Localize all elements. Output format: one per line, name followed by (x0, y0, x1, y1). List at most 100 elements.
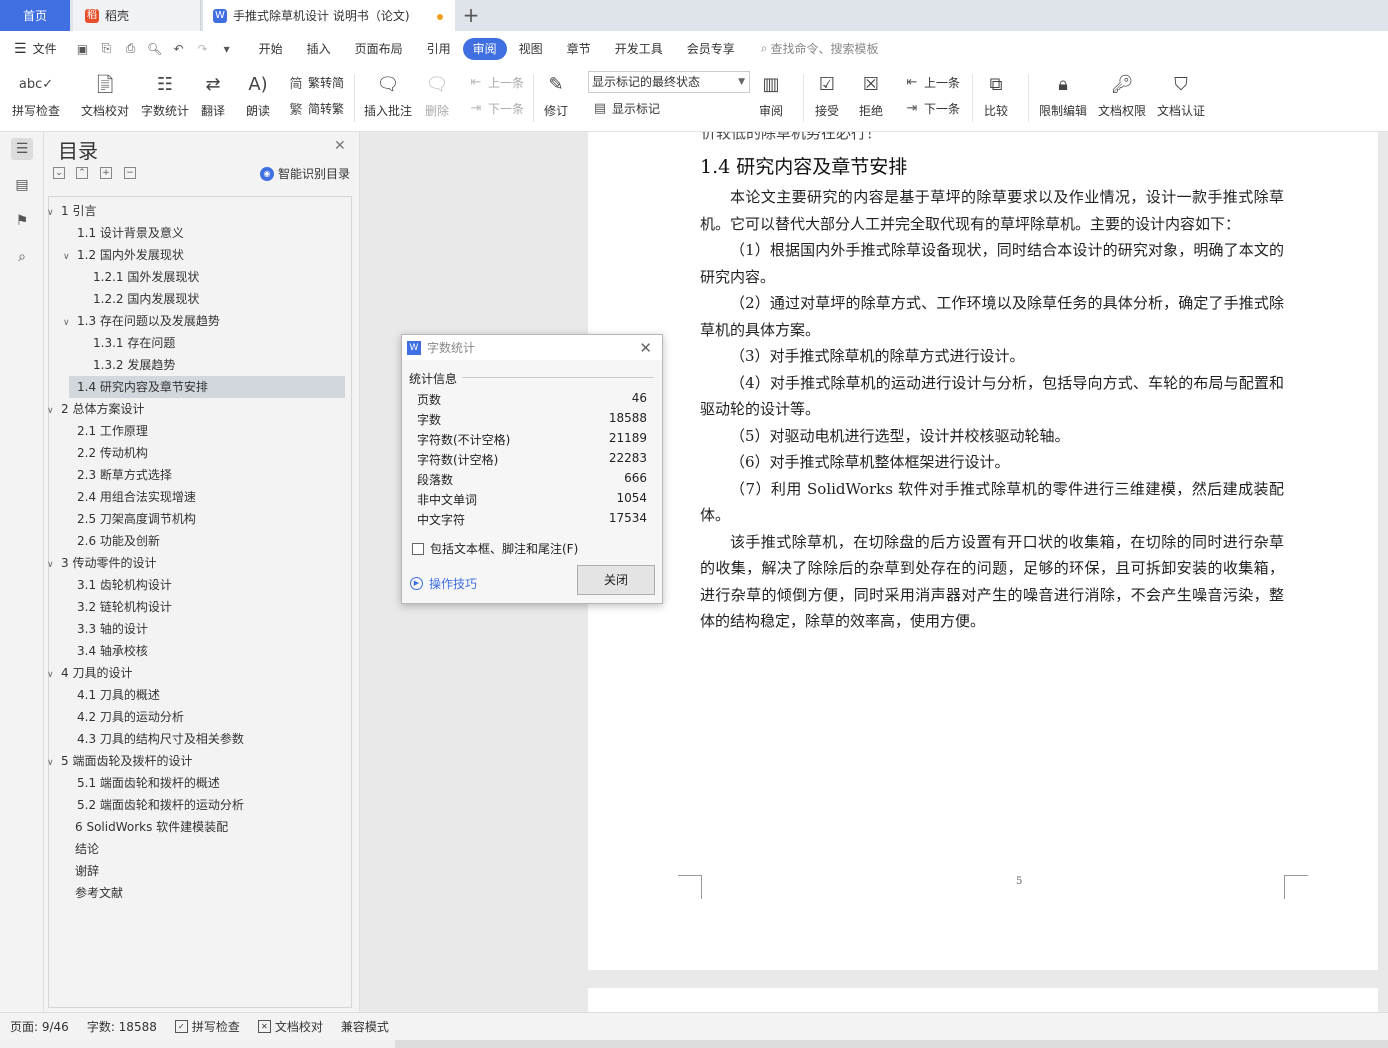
find-icon[interactable]: ⌕ (11, 246, 33, 268)
redo-icon[interactable]: ↷ (195, 41, 211, 57)
toc-item[interactable]: 1.4 研究内容及章节安排 (69, 376, 345, 398)
undo-icon[interactable]: ↶ (171, 41, 187, 57)
toc-item[interactable]: 3.1 齿轮机构设计 (77, 574, 172, 596)
new-tab-icon[interactable]: + (460, 4, 482, 26)
insert-comment-button[interactable]: 🗨︎ 插入批注 (364, 70, 412, 119)
toc-item[interactable]: 1.1 设计背景及意义 (77, 222, 184, 244)
tab-chapter[interactable]: 章节 (555, 38, 603, 60)
tab-document[interactable]: W 手推式除草机设计 说明书（论文) (203, 0, 455, 31)
tab-layout[interactable]: 页面布局 (343, 38, 415, 60)
toc-item[interactable]: 3.4 轴承校核 (77, 640, 148, 662)
accept-button[interactable]: ☑ 接受 (814, 70, 840, 119)
review-pane-button[interactable]: ▥ 审阅 (758, 70, 784, 119)
doc-certify-button[interactable]: ⛉ 文档认证 (1157, 70, 1205, 119)
toc-item[interactable]: 2.3 断草方式选择 (77, 464, 172, 486)
toc-item[interactable]: 参考文献 (75, 882, 123, 904)
tab-member[interactable]: 会员专享 (675, 38, 747, 60)
tab-references[interactable]: 引用 (415, 38, 463, 60)
expand-arrow-icon[interactable]: ∨ (63, 312, 77, 334)
show-markup-button[interactable]: ▤ 显示标记 (592, 100, 660, 117)
toc-item[interactable]: ∨ 4 刀具的设计 (47, 662, 132, 684)
include-notes-checkbox[interactable]: 包括文本框、脚注和尾注(F) (412, 540, 578, 557)
status-words[interactable]: 字数: 18588 (87, 1018, 157, 1035)
chapter-nav-icon[interactable]: ▤ (11, 174, 33, 196)
toc-item[interactable]: 4.1 刀具的概述 (77, 684, 160, 706)
next-comment-button[interactable]: ⇥ 下一条 (468, 100, 524, 117)
expand-arrow-icon[interactable]: ∨ (47, 202, 61, 224)
next-page[interactable] (588, 988, 1378, 1012)
read-aloud-button[interactable]: A) 朗读 (245, 70, 271, 119)
command-search[interactable]: ⌕ 查找命令、搜索模板 (761, 40, 879, 57)
tab-daoke[interactable]: 稻稻壳 (73, 0, 201, 31)
expand-arrow-icon[interactable]: ∨ (47, 400, 61, 422)
toc-item[interactable]: 5.1 端面齿轮和拨杆的概述 (77, 772, 220, 794)
toc-item[interactable]: 3.3 轴的设计 (77, 618, 148, 640)
tips-link[interactable]: ▶ 操作技巧 (410, 575, 477, 592)
wordcount-button[interactable]: ☷ 字数统计 (141, 70, 189, 119)
close-icon[interactable]: ✕ (639, 339, 652, 357)
toc-item[interactable]: ∨ 3 传动零件的设计 (47, 552, 156, 574)
print-preview-icon[interactable]: 🔍︎ (147, 41, 163, 57)
toc-item[interactable]: 结论 (75, 838, 99, 860)
restrict-editing-button[interactable]: 🔒︎ 限制编辑 (1039, 70, 1087, 119)
simp-to-trad-button[interactable]: 繁简转繁 (288, 100, 344, 118)
status-page[interactable]: 页面: 9/46 (10, 1018, 69, 1035)
remove-heading-icon[interactable]: − (124, 167, 136, 179)
spellcheck-button[interactable]: abc✓ 拼写检查 (12, 70, 60, 119)
compare-button[interactable]: ⧉ 比较 (983, 70, 1009, 119)
collapse-all-icon[interactable]: ⌄ (53, 167, 65, 179)
doccheck-button[interactable]: 📄︎ 文档校对 (81, 70, 129, 119)
print-icon[interactable]: ⎙ (123, 41, 139, 57)
expand-arrow-icon[interactable]: ∨ (47, 752, 61, 774)
dialog-titlebar[interactable]: W 字数统计 ✕ (402, 335, 662, 360)
reject-button[interactable]: ☒ 拒绝 (858, 70, 884, 119)
toc-item[interactable]: 1.2.2 国内发展现状 (93, 288, 199, 310)
toc-item[interactable]: ∨ 1 引言 (47, 200, 96, 222)
markup-state-select[interactable]: 显示标记的最终状态 ▼ (588, 71, 750, 93)
toc-item[interactable]: 1.3.2 发展趋势 (93, 354, 175, 376)
toc-item[interactable]: 6 SolidWorks 软件建模装配 (75, 816, 228, 838)
status-doccheck[interactable]: ✕ 文档校对 (257, 1018, 323, 1035)
save-icon[interactable]: ▣ (75, 41, 91, 57)
track-changes-button[interactable]: ✎ 修订 (543, 70, 569, 119)
toc-item[interactable]: 3.2 链轮机构设计 (77, 596, 172, 618)
prev-comment-button[interactable]: ⇤ 上一条 (468, 74, 524, 91)
bookmark-icon[interactable]: ⚑ (11, 210, 33, 232)
doc-permission-button[interactable]: 🔑︎ 文档权限 (1098, 70, 1146, 119)
toc-item[interactable]: ∨ 2 总体方案设计 (47, 398, 144, 420)
close-button[interactable]: 关闭 (577, 565, 655, 595)
tab-insert[interactable]: 插入 (295, 38, 343, 60)
tab-start[interactable]: 开始 (247, 38, 295, 60)
toc-item[interactable]: 1.3.1 存在问题 (93, 332, 175, 354)
toc-item[interactable]: 4.2 刀具的运动分析 (77, 706, 184, 728)
next-change-button[interactable]: ⇥ 下一条 (904, 100, 960, 117)
toc-item[interactable]: 4.3 刀具的结构尺寸及相关参数 (77, 728, 244, 750)
toc-item[interactable]: 2.4 用组合法实现增速 (77, 486, 196, 508)
toc-item[interactable]: 1.2.1 国外发展现状 (93, 266, 199, 288)
toc-item[interactable]: 2.6 功能及创新 (77, 530, 160, 552)
toc-item[interactable]: ∨ 5 端面齿轮及拨杆的设计 (47, 750, 192, 772)
toc-item[interactable]: 2.2 传动机构 (77, 442, 148, 464)
expand-arrow-icon[interactable]: ∨ (47, 554, 61, 576)
status-spellcheck[interactable]: ✓ 拼写检查 (174, 1018, 240, 1035)
translate-button[interactable]: ⇄ 翻译 (200, 70, 226, 119)
tab-home[interactable]: 首页 (0, 0, 70, 31)
toc-item[interactable]: ∨ 1.2 国内外发展现状 (63, 244, 184, 266)
expand-all-icon[interactable]: ⌃ (76, 167, 88, 179)
toc-item[interactable]: 5.2 端面齿轮和拨杆的运动分析 (77, 794, 244, 816)
customize-icon[interactable]: ▾ (219, 41, 235, 57)
tab-view[interactable]: 视图 (507, 38, 555, 60)
expand-arrow-icon[interactable]: ∨ (63, 246, 77, 268)
add-heading-icon[interactable]: + (100, 167, 112, 179)
toc-item[interactable]: 2.1 工作原理 (77, 420, 148, 442)
toc-item[interactable]: ∨ 1.3 存在问题以及发展趋势 (63, 310, 220, 332)
document-page[interactable]: 价较低的除草机势在必行！ 1.4 研究内容及章节安排 本论文主要研究的内容是基于… (588, 132, 1378, 970)
delete-comment-button[interactable]: 🗨︎ 删除 (424, 70, 450, 119)
expand-arrow-icon[interactable]: ∨ (47, 664, 61, 686)
toc-item[interactable]: 2.5 刀架高度调节机构 (77, 508, 196, 530)
smart-toc-button[interactable]: ◉ 智能识别目录 (260, 165, 350, 182)
tab-developer[interactable]: 开发工具 (603, 38, 675, 60)
file-menu[interactable]: ☰ 文件 (14, 40, 57, 57)
toc-panel-icon[interactable]: ☰ (11, 138, 33, 160)
tab-review[interactable]: 审阅 (462, 37, 507, 60)
